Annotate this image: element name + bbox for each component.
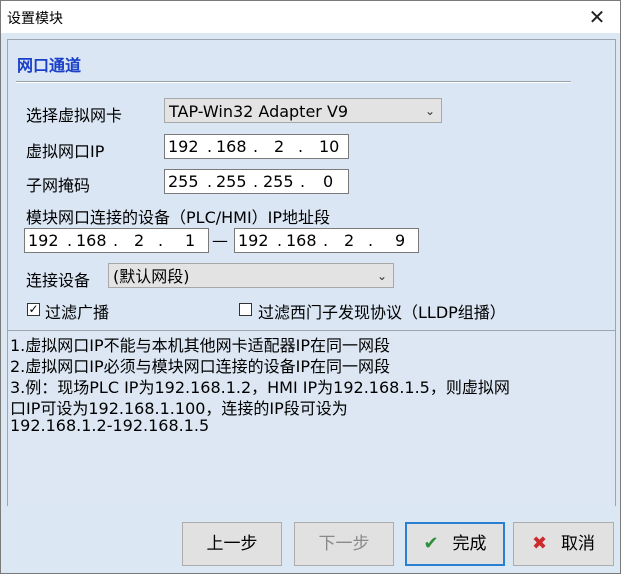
filter-broadcast-checkbox[interactable]: ✓ bbox=[27, 303, 40, 316]
ip-range-end-input[interactable]: 192 . 168 . 2 . 9 bbox=[234, 228, 419, 253]
filter-broadcast-label[interactable]: 过滤广播 bbox=[45, 299, 109, 323]
ip-octet: 0 bbox=[323, 172, 334, 191]
device-select[interactable]: (默认网段) ⌄ bbox=[108, 263, 394, 288]
finish-button[interactable]: ✔ 完成 bbox=[405, 522, 505, 566]
note-line: 192.168.1.2-192.168.1.5 bbox=[10, 416, 210, 435]
next-button[interactable]: 下一步 bbox=[294, 522, 394, 566]
subnet-input[interactable]: 255 . 255 . 255 . 0 bbox=[164, 169, 349, 194]
chevron-down-icon: ⌄ bbox=[376, 269, 387, 283]
device-select-value: (默认网段) bbox=[113, 267, 190, 286]
ip-octet: 2 bbox=[344, 231, 355, 250]
ip-octet: 9 bbox=[395, 231, 406, 250]
cancel-button[interactable]: ✖ 取消 bbox=[513, 522, 614, 566]
virtual-ip-label: 虚拟网口IP bbox=[26, 142, 105, 161]
ip-octet: 168 bbox=[286, 231, 317, 250]
ip-octet: 1 bbox=[185, 231, 196, 250]
filter-lldp-label[interactable]: 过滤西门子发现协议（LLDP组播） bbox=[258, 299, 506, 323]
ip-octet: 192 bbox=[168, 137, 199, 156]
ip-octet: 192 bbox=[28, 231, 59, 250]
ip-range-start-input[interactable]: 192 . 168 . 2 . 1 bbox=[24, 228, 209, 253]
ip-octet: 255 bbox=[216, 172, 247, 191]
ip-octet: 168 bbox=[216, 137, 247, 156]
ip-octet: 2 bbox=[134, 231, 145, 250]
ip-octet: 10 bbox=[319, 137, 340, 156]
filter-lldp-checkbox[interactable] bbox=[239, 303, 252, 316]
ip-octet: 2 bbox=[274, 137, 285, 156]
adapter-select-value: TAP-Win32 Adapter V9 bbox=[169, 102, 349, 121]
device-label: 连接设备 bbox=[26, 271, 91, 290]
ip-octet: 168 bbox=[76, 231, 107, 250]
section-divider bbox=[16, 81, 571, 83]
ip-octet: 255 bbox=[263, 172, 294, 191]
settings-dialog: 设置模块 ✕ 网口通道 选择虚拟网卡 TAP-Win32 Adapter V9 … bbox=[0, 0, 621, 574]
ip-octet: 255 bbox=[168, 172, 199, 191]
title-bar: 设置模块 ✕ bbox=[1, 1, 620, 33]
notes-area: 1.虚拟网口IP不能与本机其他网卡适配器IP在同一网段 2.虚拟网口IP必须与模… bbox=[8, 330, 615, 506]
section-title: 网口通道 bbox=[17, 56, 82, 75]
ip-range-label: 模块网口连接的设备（PLC/HMI）IP地址段 bbox=[26, 208, 331, 227]
settings-panel: 网口通道 选择虚拟网卡 TAP-Win32 Adapter V9 ⌄ 虚拟网口I… bbox=[7, 39, 616, 506]
cancel-icon: ✖ bbox=[531, 533, 548, 554]
finish-button-label: 完成 bbox=[452, 534, 487, 554]
prev-button[interactable]: 上一步 bbox=[182, 522, 282, 566]
close-icon[interactable]: ✕ bbox=[574, 1, 620, 33]
ip-octet: 192 bbox=[238, 231, 269, 250]
chevron-down-icon: ⌄ bbox=[424, 104, 435, 118]
adapter-label: 选择虚拟网卡 bbox=[26, 106, 123, 125]
virtual-ip-input[interactable]: 192 . 168 . 2 . 10 bbox=[164, 134, 349, 159]
cancel-button-label: 取消 bbox=[561, 534, 596, 554]
subnet-label: 子网掩码 bbox=[26, 176, 91, 195]
check-icon: ✔ bbox=[423, 533, 439, 554]
ip-range-separator: — bbox=[212, 231, 228, 250]
window-title: 设置模块 bbox=[7, 11, 63, 27]
adapter-select[interactable]: TAP-Win32 Adapter V9 ⌄ bbox=[164, 98, 442, 123]
